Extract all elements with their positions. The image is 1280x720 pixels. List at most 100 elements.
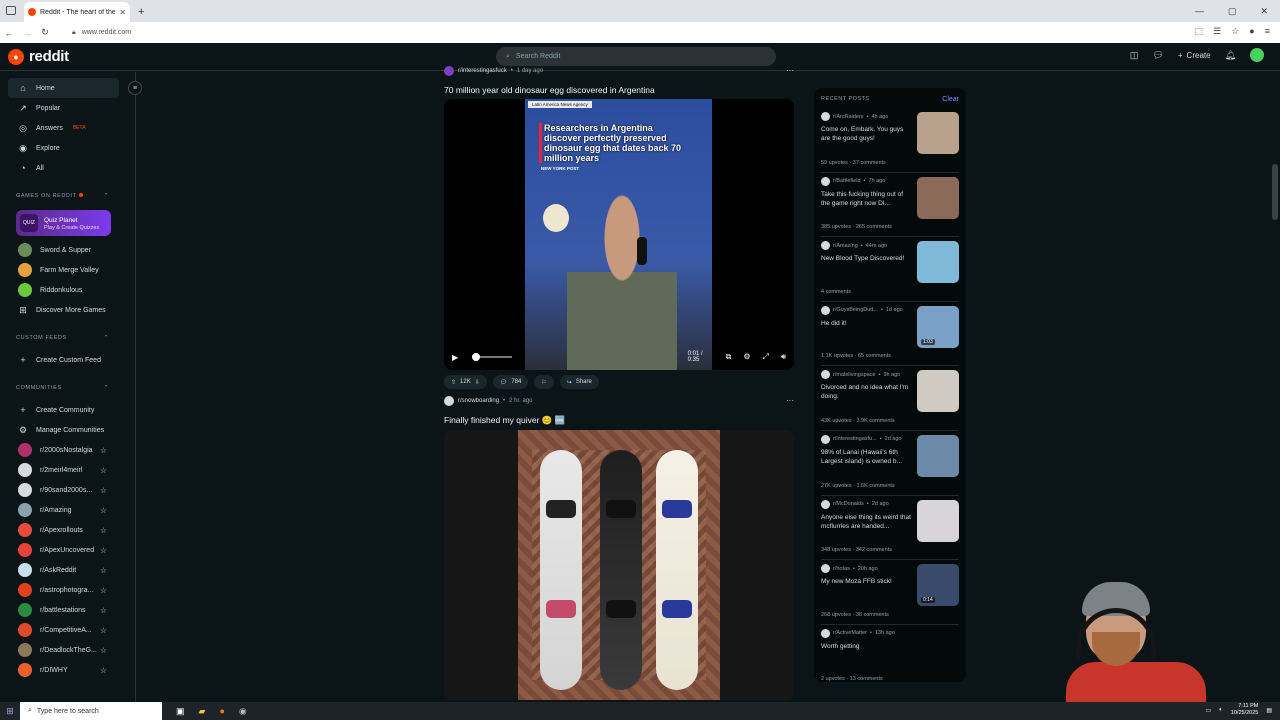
favorite-star-icon[interactable]: ☆ xyxy=(100,526,107,535)
recent-post-thumbnail[interactable] xyxy=(917,499,959,542)
recent-post-title[interactable]: He did it! xyxy=(821,319,913,328)
recent-post-thumbnail[interactable]: 0:14 xyxy=(917,564,959,607)
sidebar-community-item[interactable]: r/DIWHY ☆ xyxy=(0,660,135,680)
favorite-star-icon[interactable]: ☆ xyxy=(100,466,107,475)
sidebar-community-item[interactable]: r/battlestations ☆ xyxy=(0,600,135,620)
page-scrollbar[interactable] xyxy=(1270,72,1280,702)
browser-tab[interactable]: Reddit - The heart of the internet ✕ xyxy=(24,2,130,22)
recent-post-title[interactable]: Anyone else thing its weird that mcflurr… xyxy=(821,513,913,531)
recent-post-item[interactable]: r/interestingasfu... • 2d ago 98% of Lanai … xyxy=(821,431,959,496)
recent-post-sub[interactable]: r/McDonalds xyxy=(833,501,864,507)
task-view-icon[interactable]: ▣ xyxy=(176,706,185,717)
minimize-button[interactable]: — xyxy=(1195,6,1204,16)
chat-icon[interactable]: 💬︎ xyxy=(1152,50,1163,61)
recent-post-item[interactable]: r/hotas • 20h ago My new Moza FFB stick! 268… xyxy=(821,560,959,625)
favorite-star-icon[interactable]: ☆ xyxy=(100,446,107,455)
avatar[interactable] xyxy=(1250,48,1264,62)
scrollbar-thumb[interactable] xyxy=(1272,164,1278,220)
recent-post-title[interactable]: Worth getting xyxy=(821,642,913,651)
favorite-star-icon[interactable]: ☆ xyxy=(100,546,107,555)
upvote-icon[interactable]: ⇧ xyxy=(451,379,456,386)
file-explorer-icon[interactable]: ▰ xyxy=(199,706,206,717)
taskbar-search-input[interactable]: ⌕ Type here to search xyxy=(20,702,162,720)
sidebar-community-item[interactable]: r/DeadlockTheG... ☆ xyxy=(0,640,135,660)
recent-post-item[interactable]: r/ActiveMatter • 13h ago Worth getting 2 upv… xyxy=(821,625,959,682)
forward-button[interactable]: → xyxy=(18,28,36,38)
recent-post-sub[interactable]: r/ActiveMatter xyxy=(833,630,867,636)
subreddit-link[interactable]: r/interestingasfuck xyxy=(458,68,507,74)
downvote-icon[interactable]: ⇩ xyxy=(475,379,480,386)
sidebar-item-answers[interactable]: ◎ Answers BETA xyxy=(0,118,135,138)
search-input[interactable]: ⌕ Search Reddit xyxy=(496,47,776,66)
close-window-button[interactable]: ✕ xyxy=(1260,6,1268,17)
network-icon[interactable]: ▭ xyxy=(1206,707,1212,714)
favorite-star-icon[interactable]: ☆ xyxy=(100,666,107,675)
post-card[interactable]: r/snowboarding • 2 hr. ago ··· Finally f… xyxy=(444,396,794,700)
create-custom-feed[interactable]: + Create Custom Feed xyxy=(0,350,135,370)
more-options-icon[interactable]: ··· xyxy=(786,66,794,75)
sidebar-game-farm-merge[interactable]: Farm Merge Valley xyxy=(0,260,135,280)
recent-post-sub[interactable]: r/ArcRaiders xyxy=(833,114,864,120)
recent-post-item[interactable]: r/Battlefield • 7h ago Take this fucking th… xyxy=(821,173,959,238)
recent-post-thumbnail[interactable] xyxy=(917,370,959,413)
menu-icon[interactable]: ≡ xyxy=(1265,26,1270,37)
recent-post-title[interactable]: 98% of Lanai (Hawaii's 6th Largest islan… xyxy=(821,448,913,466)
sidebar-discover-games[interactable]: ⊞ Discover More Games xyxy=(0,300,135,320)
recent-post-title[interactable]: Come on, Embark. You guys are the good g… xyxy=(821,125,913,143)
recent-post-sub[interactable]: r/interestingasfu... xyxy=(833,436,877,442)
recent-post-title[interactable]: My new Moza FFB stick! xyxy=(821,577,913,586)
start-button[interactable]: ⊞ xyxy=(0,706,20,717)
scrubber-knob[interactable] xyxy=(472,353,481,361)
extensions-icon[interactable]: ⬚ xyxy=(1195,26,1204,37)
recent-post-item[interactable]: r/McDonalds • 2d ago Anyone else thing its … xyxy=(821,496,959,561)
recent-post-title[interactable]: New Blood Type Discovered! xyxy=(821,254,913,263)
favorite-star-icon[interactable]: ☆ xyxy=(100,606,107,615)
sidebar-item-popular[interactable]: ↗ Popular xyxy=(0,98,135,118)
recent-post-title[interactable]: Divorced and no idea what I'm doing. xyxy=(821,383,913,401)
recent-post-item[interactable]: r/Amazing • 44m ago New Blood Type Discover… xyxy=(821,237,959,302)
favorite-star-icon[interactable]: ☆ xyxy=(100,506,107,515)
reader-icon[interactable]: ☰ xyxy=(1213,26,1221,37)
url-field[interactable]: 🔒︎ www.reddit.com xyxy=(72,29,131,37)
comments-button[interactable]: 💬︎ 784 xyxy=(492,375,529,389)
create-community[interactable]: + Create Community xyxy=(0,400,135,420)
post-title[interactable]: Finally finished my quiver 😊 🆒 xyxy=(444,415,794,426)
recent-post-sub[interactable]: r/hotas xyxy=(833,566,850,572)
sidebar-community-item[interactable]: r/astrophotogra... ☆ xyxy=(0,580,135,600)
recent-post-sub[interactable]: r/malelivingspace xyxy=(833,372,876,378)
recent-post-thumbnail[interactable] xyxy=(917,434,959,477)
sidebar-community-item[interactable]: r/2000sNostalgia ☆ xyxy=(0,440,135,460)
subreddit-link[interactable]: r/snowboarding xyxy=(458,398,499,404)
volume-icon[interactable]: 🔊︎ xyxy=(781,352,786,362)
sidebar-game-sword-supper[interactable]: Sword & Supper xyxy=(0,240,135,260)
recent-post-sub[interactable]: r/Battlefield xyxy=(833,178,861,184)
sidebar-community-item[interactable]: r/CompetitiveA... ☆ xyxy=(0,620,135,640)
play-icon[interactable]: ▶ xyxy=(452,353,458,362)
recent-post-item[interactable]: r/malelivingspace • 9h ago Divorced and no … xyxy=(821,366,959,431)
fullscreen-icon[interactable]: ⤢ xyxy=(763,352,769,362)
sidebar-game-riddonkulous[interactable]: Riddonkulous xyxy=(0,280,135,300)
more-options-icon[interactable]: ··· xyxy=(786,396,794,405)
maximize-button[interactable]: ▢ xyxy=(1228,6,1237,17)
firefox-icon[interactable]: ● xyxy=(219,706,224,717)
advertise-icon[interactable]: ◫ xyxy=(1130,50,1139,61)
post-image[interactable] xyxy=(444,430,794,700)
quiz-planet-card[interactable]: QUIZ Quiz Planet Play & Create Quizzes xyxy=(16,210,111,236)
reload-button[interactable]: ↻ xyxy=(36,27,54,38)
recent-post-thumbnail[interactable] xyxy=(917,176,959,219)
video-scrubber[interactable] xyxy=(472,353,512,361)
create-button[interactable]: + Create xyxy=(1178,51,1211,60)
favorite-star-icon[interactable]: ☆ xyxy=(100,646,107,655)
share-button[interactable]: ↪ Share xyxy=(559,375,599,389)
recent-post-item[interactable]: r/GuysBeingDud... • 1d ago He did it! 1.1K u… xyxy=(821,302,959,367)
recent-post-item[interactable]: r/ArcRaiders • 4h ago Come on, Embark. You … xyxy=(821,108,959,173)
notification-center-icon[interactable]: ▤ xyxy=(1266,707,1272,714)
sidebar-community-item[interactable]: r/90sand2000s... ☆ xyxy=(0,480,135,500)
notifications-bell-icon[interactable]: 🔔︎ xyxy=(1225,50,1236,61)
favorite-star-icon[interactable]: ☆ xyxy=(100,486,107,495)
back-button[interactable]: ← xyxy=(0,28,18,38)
award-button[interactable]: ⚐ xyxy=(534,375,554,389)
bookmark-star-icon[interactable]: ☆ xyxy=(1231,26,1239,37)
recent-post-sub[interactable]: r/Amazing xyxy=(833,243,858,249)
tab-close-icon[interactable]: ✕ xyxy=(119,8,126,17)
